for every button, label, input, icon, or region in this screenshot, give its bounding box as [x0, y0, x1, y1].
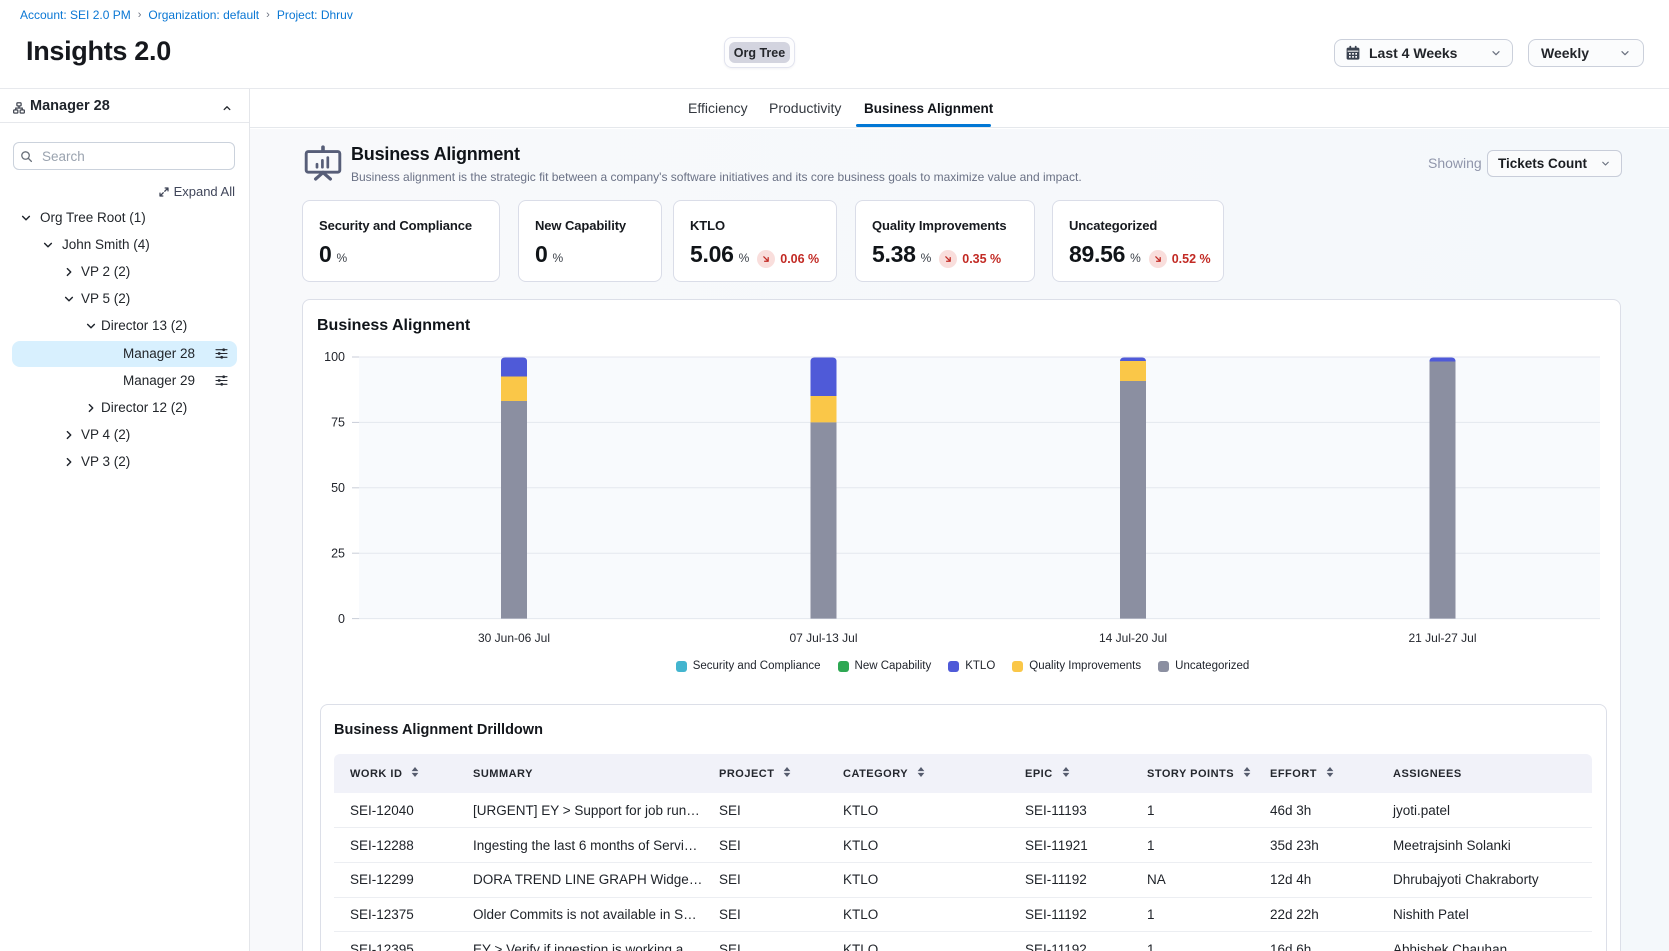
svg-text:100: 100 [324, 350, 345, 364]
svg-text:14 Jul-20 Jul: 14 Jul-20 Jul [1099, 631, 1167, 645]
svg-text:21 Jul-27 Jul: 21 Jul-27 Jul [1408, 631, 1476, 645]
svg-text:0: 0 [338, 612, 345, 626]
svg-text:30 Jun-06 Jul: 30 Jun-06 Jul [478, 631, 550, 645]
svg-text:75: 75 [331, 416, 345, 430]
svg-text:25: 25 [331, 546, 345, 560]
svg-text:07 Jul-13 Jul: 07 Jul-13 Jul [789, 631, 857, 645]
svg-text:50: 50 [331, 481, 345, 495]
